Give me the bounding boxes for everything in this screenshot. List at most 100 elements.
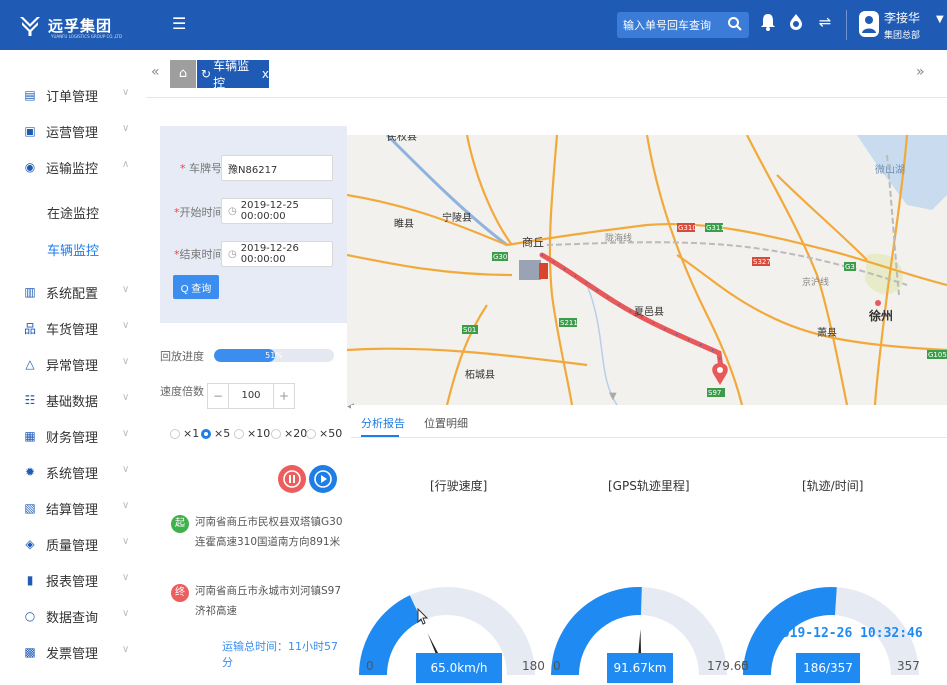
chevron-down-icon[interactable]: ▼: [936, 14, 944, 25]
sidebar-item-finance[interactable]: ▦ 财务管理 ∨: [0, 418, 146, 454]
bell-icon[interactable]: [757, 13, 779, 37]
brand-name: 远孚集团: [48, 16, 113, 35]
sidebar-item-label: 发票管理: [46, 646, 99, 662]
plate-input[interactable]: 豫N86217: [221, 155, 333, 181]
gauge-value-track: 186/357: [796, 653, 860, 683]
brand-logo[interactable]: 远孚集团 YUANFU LOGISTICS GROUP CO.,LTD: [18, 8, 122, 42]
gauge-max-speed: 180: [522, 659, 545, 673]
menu-toggle-icon[interactable]: ☰: [172, 14, 186, 34]
chevron-down-icon: ∨: [122, 608, 130, 619]
query-form: * 车牌号 豫N86217 *开始时间 ◷ 2019-12-25 00:00:00…: [160, 126, 347, 323]
sidebar-subitem-in-transit[interactable]: 在途监控: [47, 203, 99, 222]
switch-icon[interactable]: ⇌: [814, 13, 836, 37]
end-time-input[interactable]: ◷ 2019-12-26 00:00:00: [221, 241, 333, 267]
header-divider: [846, 10, 847, 40]
play-button[interactable]: [309, 465, 337, 493]
total-transport-time: 运输总时间：11小时57分: [222, 640, 338, 669]
base-data-icon: ☷: [24, 393, 36, 407]
increment-button[interactable]: +: [274, 384, 294, 408]
sidebar-item-transport-monitor[interactable]: ◉ 运输监控 ∧: [0, 149, 146, 185]
sidebar-item-data-query[interactable]: ○ 数据查询 ∨: [0, 598, 146, 634]
multiplier-radio-20[interactable]: ×20: [271, 427, 307, 440]
tab-scroll-right-icon[interactable]: »: [916, 64, 925, 80]
map-label: 柘城县: [465, 368, 495, 381]
chevron-down-icon: ∨: [122, 428, 130, 439]
tab-vehicle-monitor[interactable]: ↻ 车辆监控 x: [197, 59, 269, 90]
user-department: 集团总部: [884, 31, 921, 41]
chevron-down-icon: ∨: [122, 123, 130, 134]
start-time-input[interactable]: ◷ 2019-12-25 00:00:00: [221, 198, 333, 224]
tab-scroll-left-icon[interactable]: «: [151, 64, 160, 80]
sidebar-item-invoices[interactable]: ▩ 发票管理 ∨: [0, 634, 146, 670]
multiplier-radio-1[interactable]: ×1: [170, 427, 199, 440]
speed-value[interactable]: 100: [228, 384, 274, 408]
tab-label: 车辆监控: [213, 59, 250, 90]
gauge-max-track: 357: [897, 659, 920, 673]
road-badge: S01: [463, 326, 476, 334]
radio-dot: [234, 428, 244, 439]
avatar-icon[interactable]: [858, 9, 880, 39]
gauge-timestamp: 2019-12-26 10:32:46: [774, 626, 923, 641]
chevron-up-icon: ∧: [122, 159, 130, 170]
multiplier-radio-10[interactable]: ×10: [234, 427, 270, 440]
start-badge: 起: [171, 515, 189, 533]
search-icon: Q: [180, 283, 189, 295]
playback-progress-bar[interactable]: 51%: [214, 349, 334, 362]
radio-dot: [306, 428, 316, 439]
sidebar-item-label: 系统管理: [46, 466, 99, 482]
close-icon[interactable]: x: [262, 67, 269, 81]
radio-dot: [170, 428, 180, 439]
query-button[interactable]: Q 查询: [173, 275, 219, 299]
map-scroll-indicator-icon[interactable]: ▼: [609, 391, 617, 402]
finance-icon: ▦: [24, 429, 36, 443]
sidebar-item-label: 系统配置: [46, 286, 99, 302]
multiplier-radio-50[interactable]: ×50: [306, 427, 342, 440]
gauge-title-track-time: [轨迹/时间]: [802, 479, 864, 493]
sidebar-item-quality[interactable]: ◈ 质量管理 ∨: [0, 526, 146, 562]
top-bar: 远孚集团 YUANFU LOGISTICS GROUP CO.,LTD ☰ ⇌ …: [0, 0, 947, 50]
chevron-down-icon: ∨: [122, 320, 130, 331]
sidebar-item-system-config[interactable]: ▥ 系统配置 ∨: [0, 274, 146, 310]
query-button-label: 查询: [191, 283, 212, 295]
map-label: 宁陵县: [442, 211, 472, 224]
gauge-value-mileage: 91.67km: [607, 653, 673, 683]
control-panel: * 车牌号 豫N86217 *开始时间 ◷ 2019-12-25 00:00:00…: [160, 126, 347, 685]
order-search-input[interactable]: [623, 16, 723, 34]
brand-logo-icon: [20, 17, 40, 36]
sidebar-item-base-data[interactable]: ☷ 基础数据 ∨: [0, 382, 146, 418]
sidebar-item-label: 基础数据: [46, 394, 99, 410]
sidebar-item-exceptions[interactable]: △ 异常管理 ∨: [0, 346, 146, 382]
truck-icon[interactable]: [519, 260, 548, 280]
clock-icon: ◷: [228, 205, 237, 217]
sidebar-item-vehicle-cargo[interactable]: 品 车货管理 ∨: [0, 310, 146, 346]
search-icon[interactable]: [727, 16, 743, 32]
sidebar-item-system-admin[interactable]: ✹ 系统管理 ∨: [0, 454, 146, 490]
sidebar-item-label: 订单管理: [46, 89, 99, 105]
map-label: 萧县: [817, 327, 837, 339]
gear-icon: ✹: [24, 465, 36, 479]
gauges-chart: [359, 587, 919, 677]
map-label: 京沪线: [802, 276, 829, 288]
route-map[interactable]: G30 G310 G311 S01 S211 S327 S97 G105 G3 …: [347, 135, 947, 405]
chevron-down-icon: ∨: [122, 392, 130, 403]
sidebar-item-reports[interactable]: ▮ 报表管理 ∨: [0, 562, 146, 598]
operations-icon: ▣: [24, 124, 36, 138]
sidebar-item-orders[interactable]: ▤ 订单管理 ∨: [0, 77, 146, 113]
sidebar-item-label: 异常管理: [46, 358, 99, 374]
sidebar-item-operations[interactable]: ▣ 运营管理 ∨: [0, 113, 146, 149]
map-label: 徐州: [868, 308, 893, 323]
refresh-icon: ↻: [201, 67, 212, 81]
sidebar-item-settlement[interactable]: ▧ 结算管理 ∨: [0, 490, 146, 526]
user-name[interactable]: 李接华: [884, 9, 920, 26]
brand-subtitle: YUANFU LOGISTICS GROUP CO.,LTD: [51, 34, 123, 39]
sidebar-item-label: 财务管理: [46, 430, 99, 446]
sidebar-subitem-vehicle-monitor[interactable]: 车辆监控: [47, 240, 99, 259]
multiplier-radio-5[interactable]: ×5: [201, 427, 230, 440]
pause-button[interactable]: [278, 465, 306, 493]
decrement-button[interactable]: −: [208, 384, 228, 408]
sidebar-item-label: 运输监控: [46, 161, 99, 177]
mouse-cursor-icon: [417, 608, 429, 625]
home-icon[interactable]: ⌂: [170, 60, 196, 88]
theme-icon[interactable]: [785, 13, 807, 37]
road-badge: G310: [678, 224, 697, 232]
